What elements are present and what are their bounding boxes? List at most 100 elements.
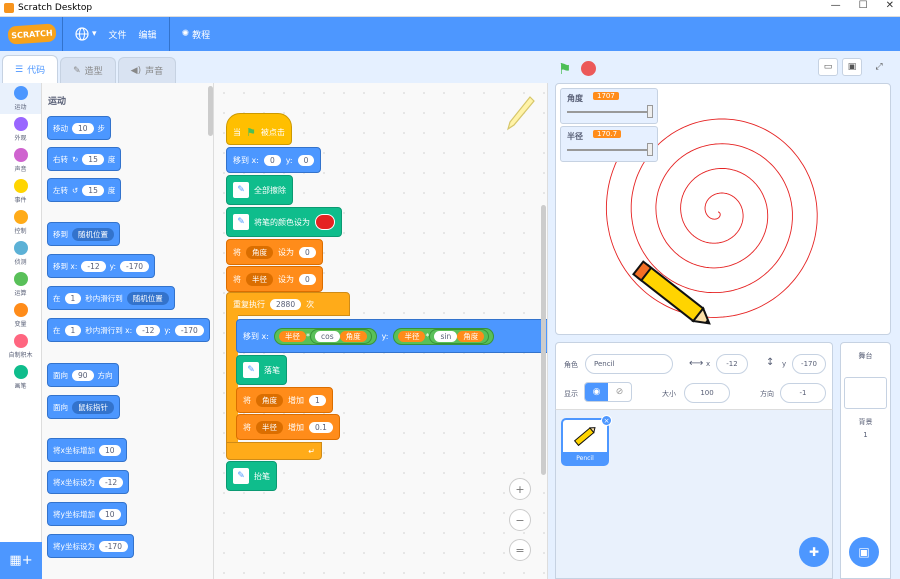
palette-change-x-block[interactable]: 将x坐标增加 10: [47, 438, 127, 462]
change-radius-block[interactable]: 将半径 增加 0.1: [236, 414, 340, 440]
palette-point-direction-block[interactable]: 面向 90 方向: [47, 363, 119, 387]
cos-dropdown[interactable]: cos: [314, 330, 340, 342]
sprite-y-input[interactable]: -170: [792, 354, 826, 374]
close-button[interactable]: ✕: [886, 0, 894, 11]
category-3[interactable]: 事件: [0, 176, 41, 207]
tutorial-menu[interactable]: ✺ 教程: [176, 17, 217, 51]
fullscreen-button[interactable]: ⤢: [869, 58, 889, 76]
change-radius-value-input[interactable]: 0.1: [309, 421, 333, 433]
script-workspace[interactable]: 当 ⚑ 被点击 移到 x: 0 y: 0 ✎ 全部擦除 ✎ 将笔的颜色设为 将角度 设为 0 将半…: [214, 83, 548, 579]
edit-menu[interactable]: 编辑: [133, 17, 163, 51]
add-extension-button[interactable]: ▦+: [0, 542, 42, 579]
palette-goto-xy-block[interactable]: 移到 x: -12 y: -170: [47, 254, 156, 278]
radius-reporter-x[interactable]: 半径: [278, 330, 306, 342]
turn-left-input[interactable]: 15: [82, 184, 104, 196]
language-menu[interactable]: ▾: [69, 17, 103, 51]
glide-y-input[interactable]: -170: [174, 324, 204, 336]
set-y-input[interactable]: -170: [98, 540, 128, 552]
change-angle-value-input[interactable]: 1: [309, 394, 326, 406]
delete-sprite-button[interactable]: ×: [601, 415, 612, 426]
inner-goto-xy-block[interactable]: 移到 x: 半径 * cos 角度 y: 半径 * sin 角度: [236, 319, 547, 353]
multiply-x-reporter[interactable]: 半径 * cos 角度: [273, 327, 377, 345]
eye-hidden-icon[interactable]: ⊘: [608, 383, 631, 401]
palette-point-towards-block[interactable]: 面向 鼠标指针: [47, 395, 120, 419]
monitor-angle-knob[interactable]: [647, 105, 653, 118]
change-angle-var-dropdown[interactable]: 角度: [256, 393, 283, 407]
goto-x-input[interactable]: -12: [81, 260, 106, 272]
sin-dropdown[interactable]: sin: [434, 330, 458, 342]
scratch-logo[interactable]: SCRATCH: [7, 23, 57, 45]
angle-reporter-x[interactable]: 角度: [339, 330, 367, 342]
category-7[interactable]: 变量: [0, 300, 41, 331]
palette-glide-block[interactable]: 在 1 秒内滑行到 随机位置: [47, 286, 175, 310]
add-backdrop-button[interactable]: ▣: [849, 537, 879, 567]
category-1[interactable]: 外观: [0, 114, 41, 145]
add-sprite-button[interactable]: ✚: [799, 537, 829, 567]
set-pen-color-block[interactable]: ✎ 将笔的颜色设为: [226, 207, 342, 237]
monitor-angle-slider[interactable]: [567, 111, 653, 113]
zoom-reset-button[interactable]: =: [509, 539, 531, 561]
goto-y-input[interactable]: -170: [120, 260, 150, 272]
goto-target-dropdown[interactable]: 随机位置: [72, 227, 114, 241]
palette-glide-xy-block[interactable]: 在 1 秒内滑行到 x: -12 y: -170: [47, 318, 210, 342]
zoom-in-button[interactable]: +: [509, 478, 531, 500]
direction-input[interactable]: 90: [72, 369, 94, 381]
category-6[interactable]: 运算: [0, 269, 41, 300]
set-angle-value-input[interactable]: 0: [299, 246, 316, 258]
point-towards-dropdown[interactable]: 鼠标指针: [72, 400, 114, 414]
sprite-direction-input[interactable]: -1: [780, 383, 826, 403]
small-stage-button[interactable]: ▭: [818, 58, 838, 76]
set-radius-var-dropdown[interactable]: 半径: [246, 272, 273, 286]
when-flag-clicked-block[interactable]: 当 ⚑ 被点击: [226, 113, 292, 145]
set-angle-block[interactable]: 将角度 设为 0: [226, 239, 323, 265]
palette-move-block[interactable]: 移动 10 步: [47, 116, 112, 140]
monitor-angle[interactable]: 角度 1707: [560, 88, 658, 124]
palette-set-y-block[interactable]: 将y坐标设为 -170: [47, 534, 134, 558]
zoom-out-button[interactable]: −: [509, 509, 531, 531]
stop-button[interactable]: [581, 61, 596, 76]
glide-x-input[interactable]: -12: [136, 324, 161, 336]
set-radius-block[interactable]: 将半径 设为 0: [226, 266, 323, 292]
tab-costumes[interactable]: ✎ 造型: [60, 57, 116, 83]
large-stage-button[interactable]: ▣: [842, 58, 862, 76]
repeat-header[interactable]: 重复执行 2880 次: [226, 292, 350, 316]
monitor-radius-slider[interactable]: [567, 149, 653, 151]
change-angle-block[interactable]: 将角度 增加 1: [236, 387, 333, 413]
set-radius-value-input[interactable]: 0: [299, 273, 316, 285]
stage-canvas[interactable]: 角度 1707 半径 170.7: [555, 83, 891, 335]
glide-target-dropdown[interactable]: 随机位置: [126, 291, 169, 305]
pen-clear-block[interactable]: ✎ 全部擦除: [226, 175, 293, 205]
goto-xy-block[interactable]: 移到 x: 0 y: 0: [226, 147, 322, 173]
set-angle-var-dropdown[interactable]: 角度: [246, 245, 273, 259]
sprite-thumb-pencil[interactable]: Pencil ×: [561, 415, 612, 466]
tab-sounds[interactable]: ◀) 声音: [117, 57, 177, 83]
category-5[interactable]: 侦测: [0, 238, 41, 269]
palette-turn-right-block[interactable]: 右转 ↻ 15 度: [47, 147, 122, 171]
sprite-size-input[interactable]: 100: [684, 383, 730, 403]
sprite-x-input[interactable]: -12: [716, 354, 748, 374]
category-8[interactable]: 自制积木: [0, 331, 41, 362]
category-2[interactable]: 声音: [0, 145, 41, 176]
pencil-sprite[interactable]: [626, 256, 721, 335]
palette-goto-block[interactable]: 移到 随机位置: [47, 222, 120, 246]
workspace-scrollbar[interactable]: [541, 205, 546, 475]
palette-scrollbar[interactable]: [208, 86, 213, 136]
script-goto-x-input[interactable]: 0: [263, 154, 281, 166]
maximize-button[interactable]: ☐: [859, 0, 868, 11]
monitor-radius[interactable]: 半径 170.7: [560, 126, 658, 162]
turn-right-input[interactable]: 15: [82, 153, 104, 165]
tab-code[interactable]: ☰ 代码: [2, 55, 59, 83]
pen-down-block[interactable]: ✎ 落笔: [236, 355, 287, 385]
palette-set-x-block[interactable]: 将x坐标设为 -12: [47, 470, 130, 494]
repeat-count-input[interactable]: 2880: [270, 298, 302, 310]
glide-secs-input[interactable]: 1: [64, 292, 82, 304]
category-0[interactable]: 运动: [0, 83, 41, 114]
palette-turn-left-block[interactable]: 左转 ↺ 15 度: [47, 178, 122, 202]
pen-color-swatch[interactable]: [315, 214, 335, 230]
sin-reporter[interactable]: sin 角度: [429, 328, 490, 344]
change-y-input[interactable]: 10: [98, 508, 121, 520]
pen-up-block[interactable]: ✎ 抬笔: [226, 461, 277, 491]
move-steps-input[interactable]: 10: [72, 122, 94, 134]
script-goto-y-input[interactable]: 0: [297, 154, 315, 166]
multiply-y-reporter[interactable]: 半径 * sin 角度: [393, 327, 495, 345]
